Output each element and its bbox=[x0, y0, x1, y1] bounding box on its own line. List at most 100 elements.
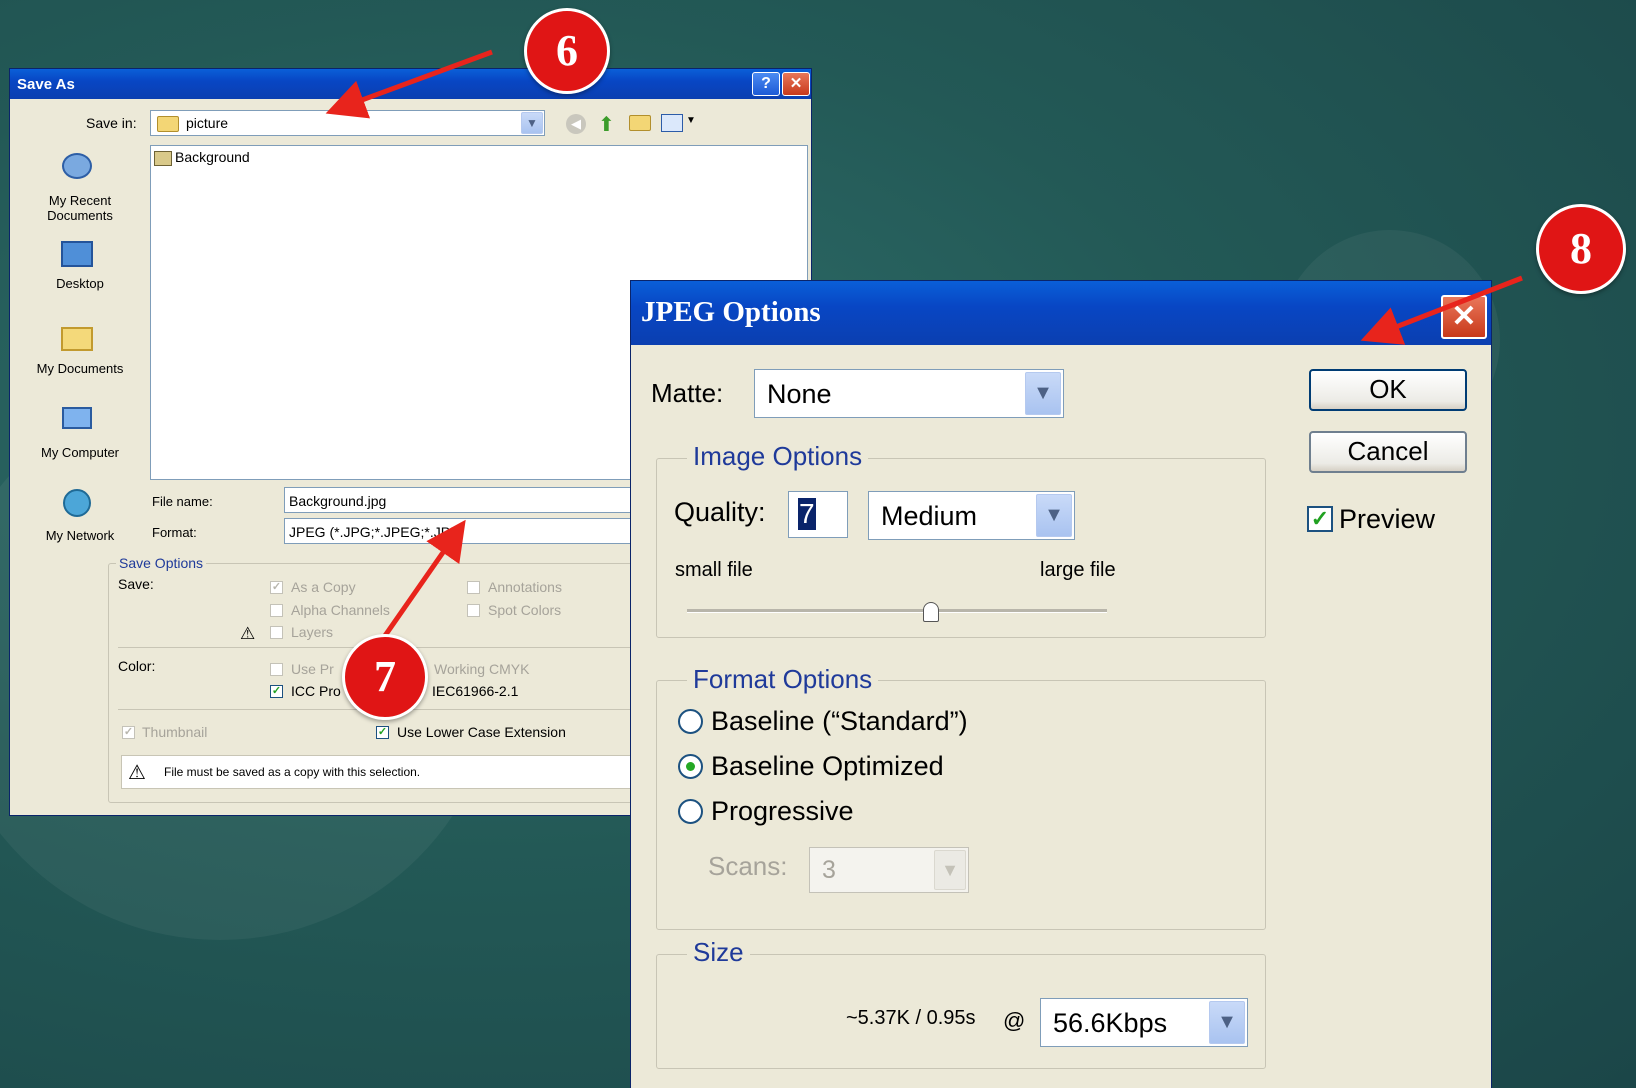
annotations-checkbox[interactable] bbox=[467, 581, 480, 594]
new-folder-icon[interactable] bbox=[629, 115, 651, 131]
save-label: Save: bbox=[118, 576, 154, 592]
alpha-channels-checkbox[interactable] bbox=[270, 604, 283, 617]
view-dropdown-icon[interactable]: ▼ bbox=[686, 115, 696, 126]
layers-checkbox[interactable] bbox=[270, 626, 283, 639]
folder-icon bbox=[157, 116, 179, 132]
jpeg-options-title: JPEG Options bbox=[641, 296, 821, 328]
help-button[interactable]: ? bbox=[752, 72, 780, 96]
small-file-label: small file bbox=[675, 559, 753, 581]
chevron-down-icon[interactable]: ▼ bbox=[934, 850, 966, 890]
up-folder-icon[interactable]: ⬆ bbox=[598, 112, 615, 137]
speed-value: 56.6Kbps bbox=[1053, 1008, 1168, 1038]
baseline-standard-label: Baseline (“Standard”) bbox=[711, 706, 968, 736]
icc-profile-label: ICC Pro bbox=[291, 683, 341, 699]
image-options-title: Image Options bbox=[687, 441, 869, 472]
file-item[interactable]: Background bbox=[154, 149, 250, 166]
callout-8: 8 bbox=[1536, 204, 1626, 294]
baseline-standard-radio[interactable] bbox=[678, 709, 703, 734]
recent-documents-icon[interactable] bbox=[58, 151, 96, 183]
thumbnail-checkbox[interactable]: ✓ bbox=[122, 726, 135, 739]
icc-profile-value: IEC61966-2.1 bbox=[432, 683, 519, 699]
size-title: Size bbox=[687, 937, 750, 968]
thumbnail-label: Thumbnail bbox=[142, 724, 208, 740]
baseline-optimized-radio[interactable] bbox=[678, 754, 703, 779]
slider-thumb[interactable] bbox=[922, 602, 939, 622]
save-in-value: picture bbox=[186, 115, 229, 131]
quality-label: Quality: bbox=[674, 497, 766, 527]
quality-value: 7 bbox=[798, 498, 816, 530]
use-proof-checkbox[interactable] bbox=[270, 663, 283, 676]
working-cmyk-label: Working CMYK bbox=[434, 661, 530, 677]
use-proof-label: Use Pr bbox=[291, 661, 334, 677]
scans-value: 3 bbox=[822, 856, 836, 884]
place-my-documents[interactable]: My Documents bbox=[30, 361, 130, 376]
quality-slider[interactable] bbox=[687, 602, 1107, 622]
alpha-channels-label: Alpha Channels bbox=[291, 602, 390, 618]
chevron-down-icon[interactable]: ▼ bbox=[1036, 494, 1072, 537]
baseline-optimized-label: Baseline Optimized bbox=[711, 751, 944, 781]
at-sign: @ bbox=[1003, 1008, 1026, 1033]
my-computer-icon[interactable] bbox=[58, 405, 96, 437]
chevron-down-icon[interactable]: ▼ bbox=[1025, 372, 1061, 415]
large-file-label: large file bbox=[1040, 559, 1116, 581]
icc-profile-checkbox[interactable]: ✓ bbox=[270, 685, 283, 698]
spot-colors-label: Spot Colors bbox=[488, 602, 562, 618]
lower-case-extension-label: Use Lower Case Extension bbox=[397, 724, 566, 740]
file-name-label: File name: bbox=[152, 494, 213, 509]
cancel-button[interactable]: Cancel bbox=[1309, 431, 1467, 473]
jpeg-close-button[interactable]: ✕ bbox=[1441, 295, 1487, 339]
matte-label: Matte: bbox=[651, 378, 724, 408]
spot-colors-checkbox[interactable] bbox=[467, 604, 480, 617]
slider-track bbox=[687, 609, 1107, 613]
preview-checkbox[interactable]: ✓ bbox=[1307, 506, 1333, 532]
callout-7: 7 bbox=[342, 634, 428, 720]
file-name-value: Background.jpg bbox=[289, 493, 387, 509]
size-estimate: ~5.37K / 0.95s bbox=[846, 1007, 976, 1029]
annotations-label: Annotations bbox=[488, 579, 562, 595]
progressive-radio[interactable] bbox=[678, 799, 703, 824]
my-documents-icon[interactable] bbox=[58, 321, 96, 353]
layers-label: Layers bbox=[291, 624, 334, 640]
warning-text: File must be saved as a copy with this s… bbox=[164, 765, 421, 779]
chevron-down-icon[interactable]: ▼ bbox=[521, 112, 543, 134]
matte-dropdown[interactable]: None ▼ bbox=[754, 369, 1064, 418]
callout-6: 6 bbox=[524, 8, 610, 94]
save-as-close-button[interactable]: ✕ bbox=[782, 72, 810, 96]
place-recent-documents[interactable]: My Recent Documents bbox=[30, 193, 130, 223]
save-in-dropdown[interactable]: picture ▼ bbox=[150, 110, 545, 136]
warning-icon: ⚠ bbox=[128, 762, 146, 784]
preview-label: Preview bbox=[1339, 504, 1436, 534]
as-a-copy-label: As a Copy bbox=[291, 579, 356, 595]
back-icon[interactable]: ◀ bbox=[566, 114, 586, 134]
format-label: Format: bbox=[152, 525, 197, 540]
warning-icon: ⚠ bbox=[240, 624, 256, 643]
save-as-titlebar: Save As ? ✕ bbox=[10, 69, 811, 99]
place-my-computer[interactable]: My Computer bbox=[30, 445, 130, 460]
place-desktop[interactable]: Desktop bbox=[30, 276, 130, 291]
format-value: JPEG (*.JPG;*.JPEG;*.JPE) bbox=[289, 524, 465, 540]
save-as-title: Save As bbox=[17, 76, 75, 93]
progressive-label: Progressive bbox=[711, 796, 854, 826]
quality-preset-value: Medium bbox=[881, 501, 978, 531]
desktop-icon[interactable] bbox=[58, 239, 96, 271]
as-a-copy-checkbox[interactable]: ✓ bbox=[270, 581, 283, 594]
scans-dropdown[interactable]: 3 ▼ bbox=[809, 847, 969, 893]
format-options-title: Format Options bbox=[687, 664, 879, 695]
jpeg-options-dialog: JPEG Options ✕ Matte: None ▼ Image Optio… bbox=[630, 280, 1492, 1088]
quality-input[interactable]: 7 bbox=[788, 491, 848, 538]
lower-case-extension-checkbox[interactable]: ✓ bbox=[376, 726, 389, 739]
my-network-icon[interactable] bbox=[58, 487, 96, 519]
save-in-label: Save in: bbox=[86, 115, 137, 131]
chevron-down-icon[interactable]: ▼ bbox=[1209, 1001, 1245, 1044]
file-item-name: Background bbox=[175, 149, 250, 165]
place-my-network[interactable]: My Network bbox=[30, 528, 130, 543]
matte-value: None bbox=[767, 379, 832, 409]
quality-preset-dropdown[interactable]: Medium ▼ bbox=[868, 491, 1075, 540]
speed-dropdown[interactable]: 56.6Kbps ▼ bbox=[1040, 998, 1248, 1047]
save-options-title: Save Options bbox=[116, 555, 207, 571]
scans-label: Scans: bbox=[708, 851, 788, 881]
jpeg-options-titlebar: JPEG Options ✕ bbox=[631, 281, 1491, 345]
color-label: Color: bbox=[118, 658, 156, 674]
view-menu-icon[interactable] bbox=[661, 114, 683, 132]
ok-button[interactable]: OK bbox=[1309, 369, 1467, 411]
